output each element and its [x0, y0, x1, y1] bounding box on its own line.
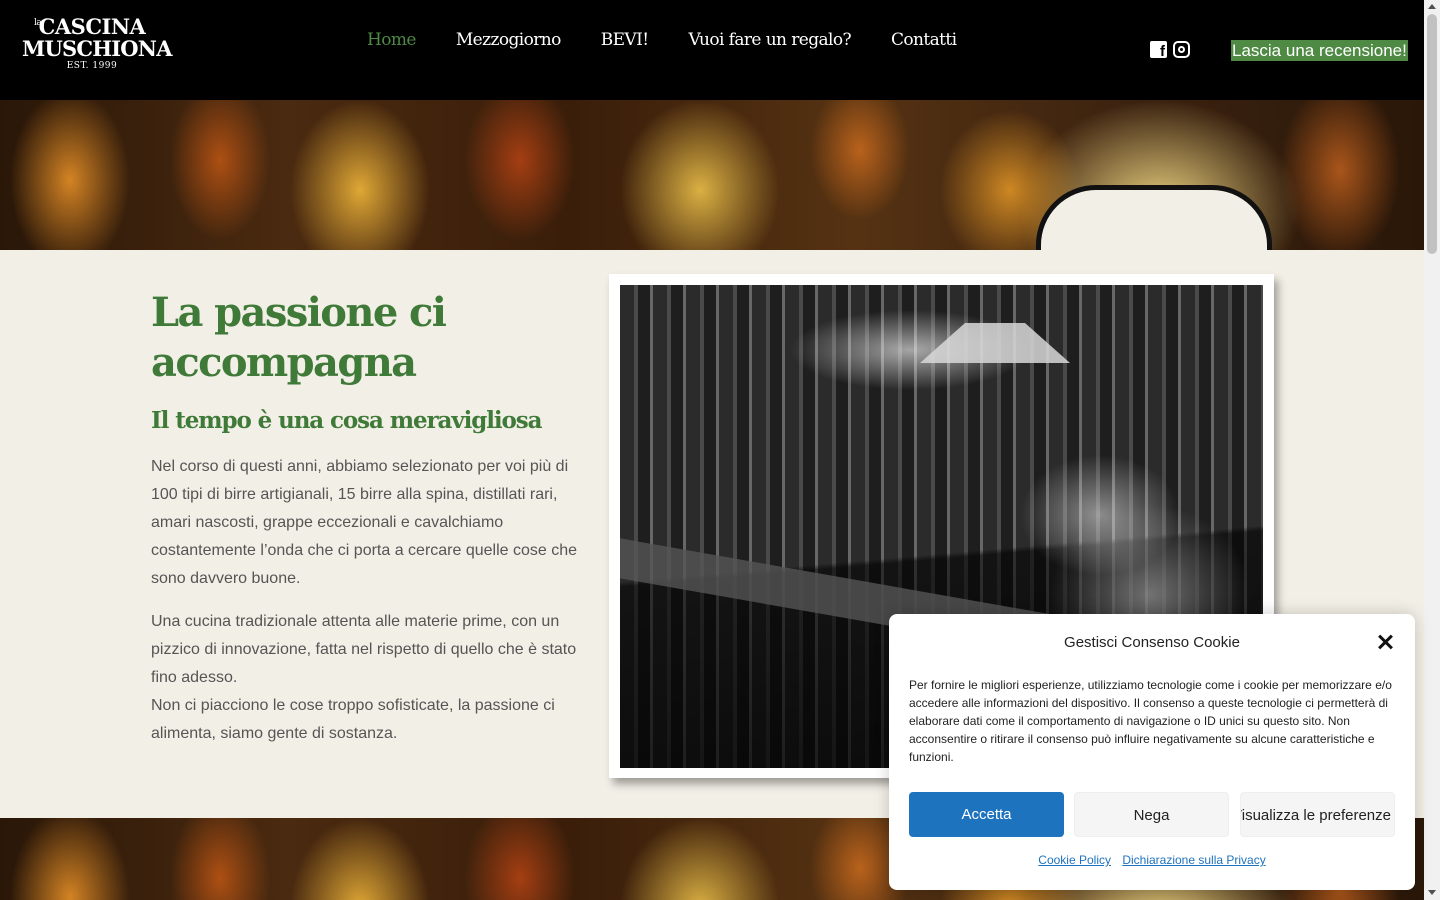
- logo-line2: MUSCHIONA: [22, 36, 172, 61]
- logo-line1: CASCINA: [38, 14, 146, 39]
- kitchen-paragraph-b: Non ci piacciono le cose troppo sofistic…: [151, 697, 555, 742]
- cookie-links: Cookie Policy Dichiarazione sulla Privac…: [889, 853, 1415, 867]
- logo-est: EST. 1999: [66, 61, 118, 71]
- social-links: [1150, 41, 1190, 60]
- nav-bevi[interactable]: BEVI!: [601, 28, 649, 52]
- lamp-shape: [920, 323, 1070, 363]
- kitchen-paragraph: Una cucina tradizionale attenta alle mat…: [151, 608, 591, 748]
- cookie-dialog-text: Per fornire le migliori esperienze, util…: [909, 678, 1392, 764]
- privacy-link[interactable]: Dichiarazione sulla Privacy: [1122, 853, 1265, 867]
- site-header: la CASCINA MUSCHIONA EST. 1999 Home Mezzo…: [0, 0, 1424, 100]
- cookie-policy-link[interactable]: Cookie Policy: [1038, 853, 1111, 867]
- cookie-consent-dialog: Gestisci Consenso Cookie Per fornire le …: [889, 614, 1415, 890]
- review-button[interactable]: Lascia una recensione!: [1231, 40, 1408, 61]
- accept-button[interactable]: Accetta: [909, 792, 1064, 837]
- nav-home[interactable]: Home: [367, 28, 416, 52]
- logo-small-text: la: [34, 18, 42, 28]
- close-icon[interactable]: [1375, 632, 1395, 652]
- deny-button[interactable]: Nega: [1074, 792, 1229, 837]
- nav-mezzogiorno[interactable]: Mezzogiorno: [456, 28, 561, 52]
- nav-regalo[interactable]: Vuoi fare un regalo?: [688, 28, 851, 52]
- scroll-down-arrow-icon[interactable]: [1428, 890, 1436, 895]
- scroll-thumb[interactable]: [1427, 14, 1437, 254]
- scrollbar[interactable]: [1424, 0, 1440, 900]
- main-nav: Home Mezzogiorno BEVI! Vuoi fare un rega…: [367, 28, 957, 52]
- facebook-icon[interactable]: [1150, 41, 1167, 60]
- badge-shape: [1036, 185, 1272, 250]
- scroll-up-arrow-icon[interactable]: [1428, 4, 1436, 9]
- nav-contatti[interactable]: Contatti: [891, 28, 957, 52]
- preferences-button[interactable]: Visualizza le preferenze: [1240, 792, 1395, 837]
- kitchen-paragraph-a: Una cucina tradizionale attenta alle mat…: [151, 613, 577, 686]
- instagram-icon[interactable]: [1173, 41, 1190, 58]
- intro-paragraph: Nel corso di questi anni, abbiamo selezi…: [151, 458, 578, 587]
- page-subtitle: Il tempo è una cosa meravigliosa: [151, 407, 542, 434]
- cookie-dialog-title: Gestisci Consenso Cookie: [1064, 634, 1240, 651]
- hero-banner-image: [0, 100, 1424, 250]
- page-title: La passione ci accompagna: [151, 289, 447, 386]
- logo[interactable]: la CASCINA MUSCHIONA EST. 1999: [22, 14, 172, 78]
